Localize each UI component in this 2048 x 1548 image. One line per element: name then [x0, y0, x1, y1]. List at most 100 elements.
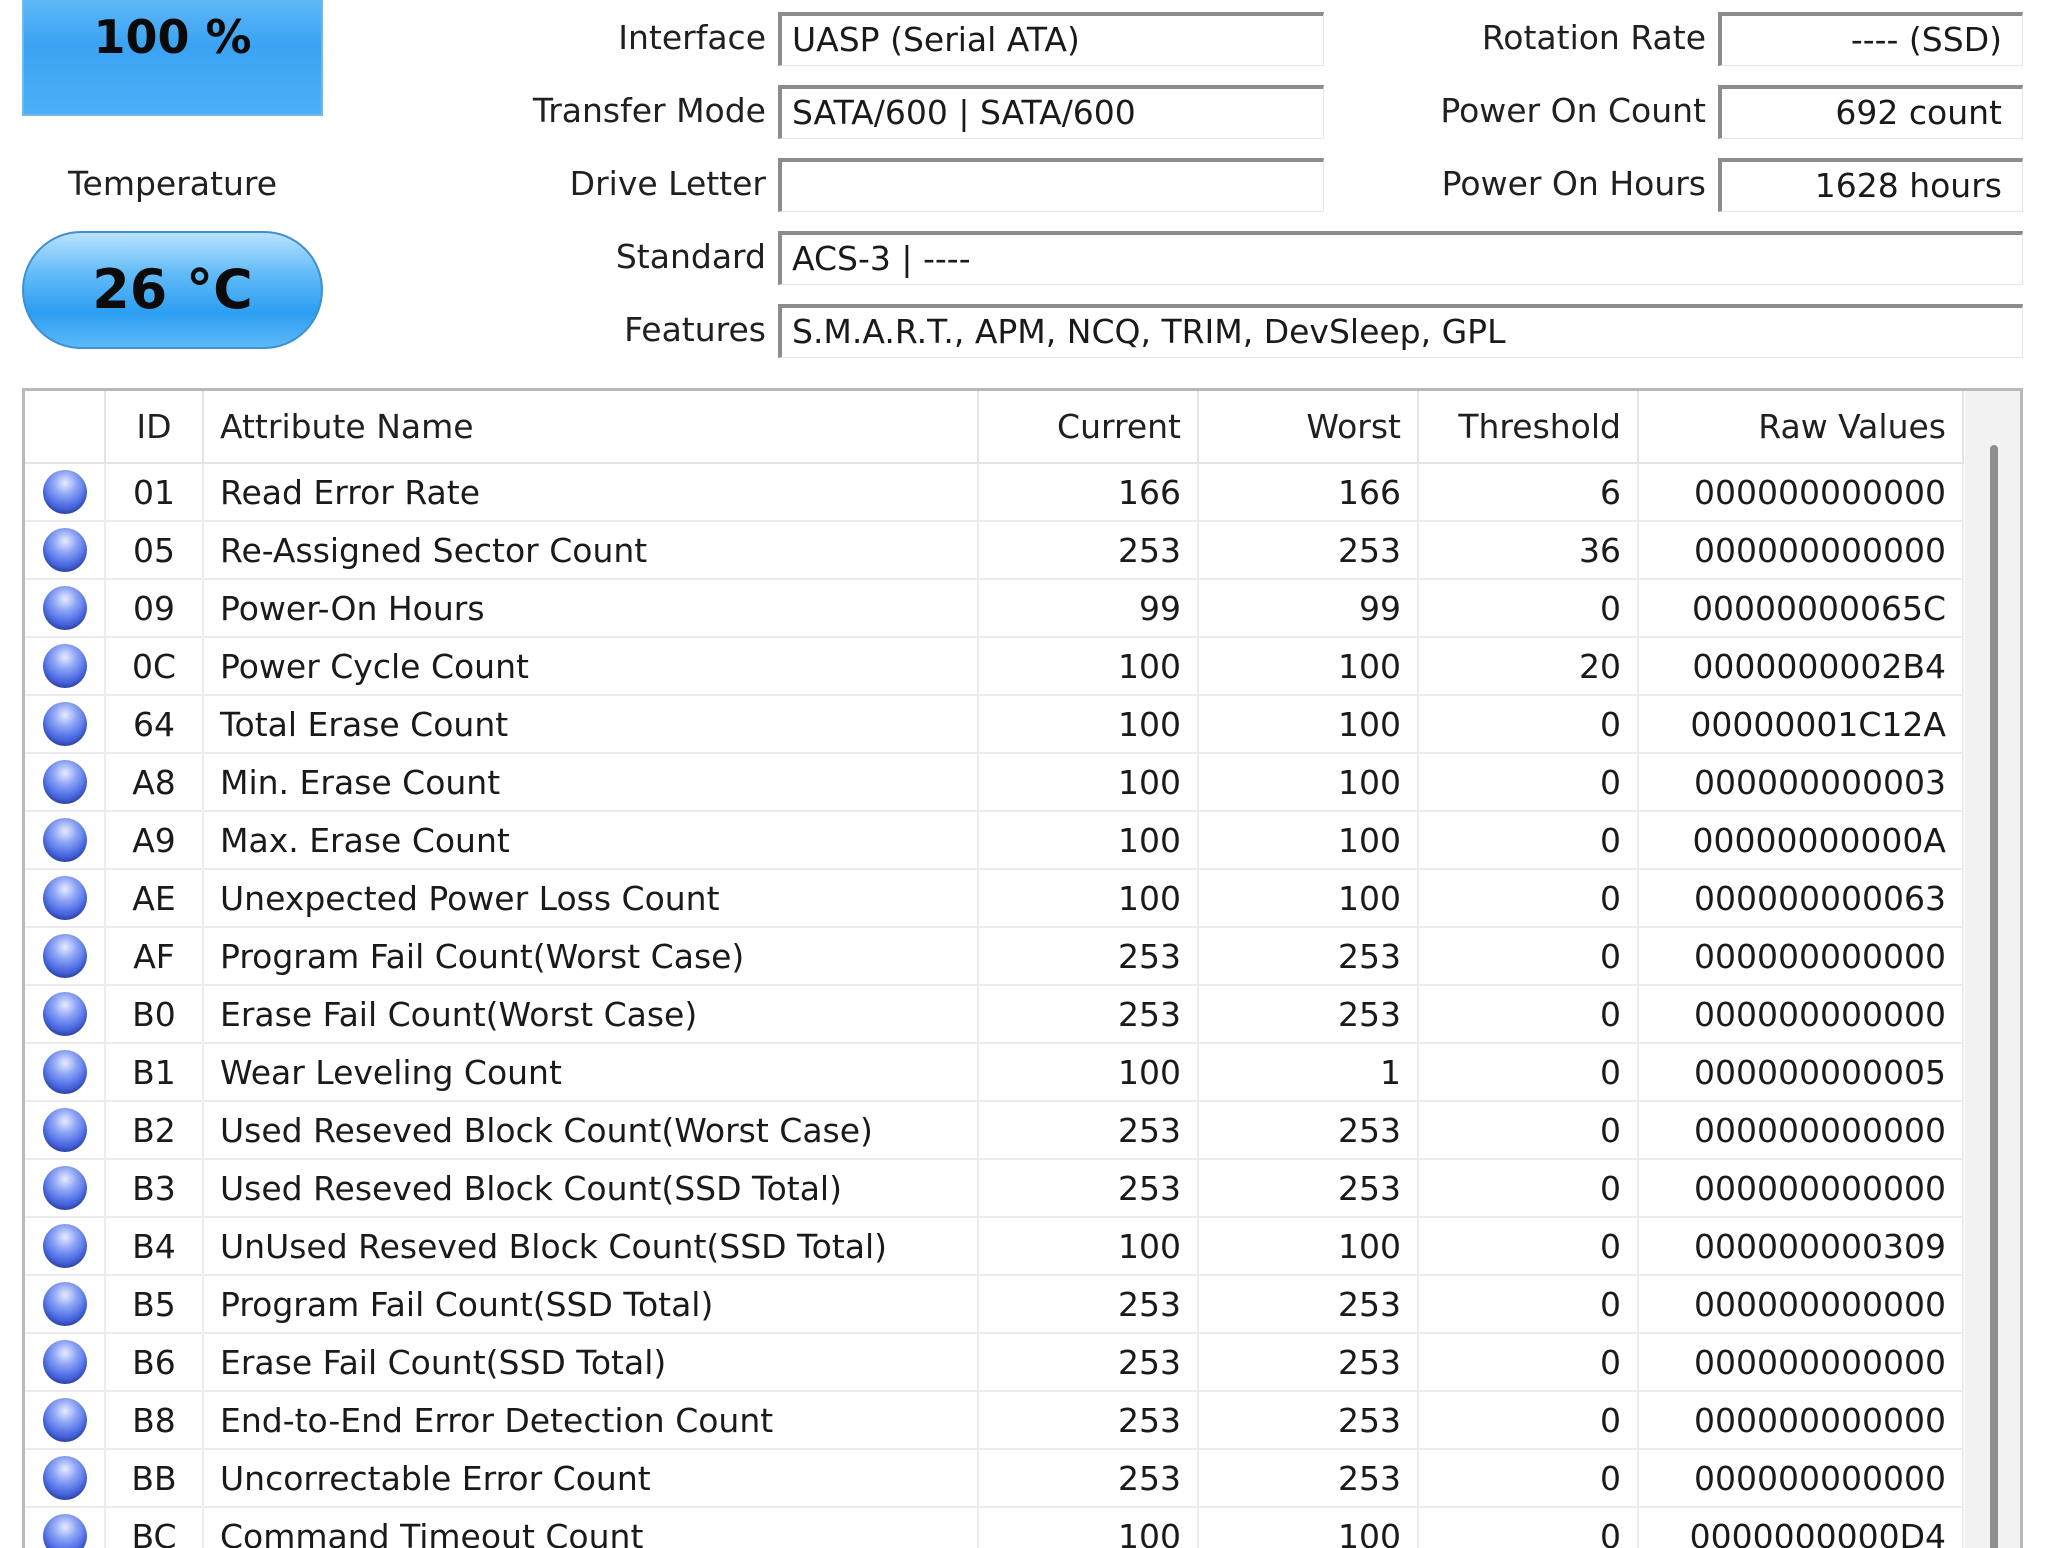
- cell-threshold: 0: [1418, 927, 1639, 986]
- cell-threshold: 0: [1418, 1043, 1639, 1102]
- cell-raw-value: 000000000000: [1638, 1449, 1964, 1508]
- good-status-dot-icon: [42, 818, 87, 862]
- cell-current: 253: [978, 1333, 1199, 1392]
- drive-letter-field: [778, 158, 1324, 212]
- cell-current: 100: [978, 1217, 1199, 1276]
- column-header-current[interactable]: Current: [978, 391, 1199, 464]
- status-cell: [25, 1507, 106, 1548]
- good-status-dot-icon: [42, 1282, 87, 1326]
- cell-current: 100: [978, 695, 1199, 754]
- good-status-dot-icon: [42, 1224, 87, 1268]
- temperature-button[interactable]: 26 °C: [22, 231, 323, 349]
- table-row[interactable]: 64 Total Erase Count 100 100 0 00000001C12A: [25, 695, 1964, 754]
- cell-raw-value: 000000000005: [1638, 1043, 1964, 1102]
- status-cell: [25, 985, 106, 1044]
- table-row[interactable]: 09 Power-On Hours 99 99 0 00000000065C: [25, 579, 1964, 638]
- cell-current: 253: [978, 1159, 1199, 1218]
- table-row[interactable]: 05 Re-Assigned Sector Count 253 253 36 000000…: [25, 521, 1964, 580]
- cell-threshold: 36: [1418, 521, 1639, 580]
- cell-attribute-name: Min. Erase Count: [203, 753, 979, 812]
- cell-current: 100: [978, 1507, 1199, 1548]
- status-cell: [25, 927, 106, 986]
- column-header-worst[interactable]: Worst: [1198, 391, 1419, 464]
- cell-attribute-name: Wear Leveling Count: [203, 1043, 979, 1102]
- table-row[interactable]: B5 Program Fail Count(SSD Total) 253 253 0 00…: [25, 1275, 1964, 1334]
- table-row[interactable]: 0C Power Cycle Count 100 100 20 0000000002B4: [25, 637, 1964, 696]
- cell-id: 0C: [105, 637, 204, 696]
- cell-attribute-name: Used Reseved Block Count(Worst Case): [203, 1101, 979, 1160]
- vertical-scrollbar[interactable]: [1965, 391, 2020, 1548]
- good-status-dot-icon: [42, 1398, 87, 1442]
- table-row[interactable]: AF Program Fail Count(Worst Case) 253 253 0 0…: [25, 927, 1964, 986]
- status-cell: [25, 1043, 106, 1102]
- column-header-raw-values[interactable]: Raw Values: [1638, 391, 1964, 464]
- status-cell: [25, 869, 106, 928]
- cell-id: B5: [105, 1275, 204, 1334]
- smart-attributes-table[interactable]: ID Attribute Name Current Worst Threshol…: [22, 388, 2023, 1548]
- table-row[interactable]: B4 UnUsed Reseved Block Count(SSD Total) 1…: [25, 1217, 1964, 1276]
- cell-id: 01: [105, 463, 204, 522]
- good-status-dot-icon: [42, 1108, 87, 1152]
- table-row[interactable]: 01 Read Error Rate 166 166 6 000000000000: [25, 463, 1964, 522]
- cell-id: BB: [105, 1449, 204, 1508]
- cell-worst: 253: [1198, 1159, 1419, 1218]
- cell-worst: 100: [1198, 1217, 1419, 1276]
- cell-attribute-name: Used Reseved Block Count(SSD Total): [203, 1159, 979, 1218]
- scrollbar-thumb[interactable]: [1990, 445, 1998, 1548]
- table-row[interactable]: A9 Max. Erase Count 100 100 0 00000000000A: [25, 811, 1964, 870]
- good-status-dot-icon: [42, 470, 87, 514]
- health-status-button[interactable]: Good 100 %: [22, 0, 323, 116]
- cell-attribute-name: Total Erase Count: [203, 695, 979, 754]
- cell-raw-value: 000000000000: [1638, 985, 1964, 1044]
- table-row[interactable]: BC Command Timeout Count 100 100 0 0000000000…: [25, 1507, 1964, 1548]
- table-row[interactable]: B2 Used Reseved Block Count(Worst Case) 25…: [25, 1101, 1964, 1160]
- cell-current: 100: [978, 637, 1199, 696]
- interface-label: Interface: [618, 18, 766, 57]
- cell-worst: 253: [1198, 927, 1419, 986]
- table-row[interactable]: A8 Min. Erase Count 100 100 0 000000000003: [25, 753, 1964, 812]
- cell-current: 253: [978, 1449, 1199, 1508]
- cell-threshold: 0: [1418, 811, 1639, 870]
- cell-current: 253: [978, 1101, 1199, 1160]
- table-row[interactable]: BB Uncorrectable Error Count 253 253 0 000000…: [25, 1449, 1964, 1508]
- cell-id: B3: [105, 1159, 204, 1218]
- status-cell: [25, 463, 106, 522]
- power-on-count-field: 692 count: [1718, 85, 2023, 139]
- cell-threshold: 0: [1418, 579, 1639, 638]
- cell-raw-value: 000000000000: [1638, 927, 1964, 986]
- power-on-count-label: Power On Count: [1440, 91, 1706, 130]
- table-row[interactable]: B0 Erase Fail Count(Worst Case) 253 253 0 000…: [25, 985, 1964, 1044]
- cell-attribute-name: Max. Erase Count: [203, 811, 979, 870]
- table-row[interactable]: B6 Erase Fail Count(SSD Total) 253 253 0 0000…: [25, 1333, 1964, 1392]
- table-row[interactable]: B3 Used Reseved Block Count(SSD Total) 253…: [25, 1159, 1964, 1218]
- cell-id: AF: [105, 927, 204, 986]
- table-row[interactable]: B1 Wear Leveling Count 100 1 0 000000000005: [25, 1043, 1964, 1102]
- cell-attribute-name: Program Fail Count(Worst Case): [203, 927, 979, 986]
- standard-label: Standard: [615, 237, 766, 276]
- cell-current: 166: [978, 463, 1199, 522]
- cell-id: B2: [105, 1101, 204, 1160]
- table-row[interactable]: B8 End-to-End Error Detection Count 253 253…: [25, 1391, 1964, 1450]
- table-row[interactable]: AE Unexpected Power Loss Count 100 100 0 0000…: [25, 869, 1964, 928]
- status-cell: [25, 1275, 106, 1334]
- status-cell: [25, 1217, 106, 1276]
- cell-worst: 100: [1198, 811, 1419, 870]
- cell-current: 100: [978, 1043, 1199, 1102]
- cell-raw-value: 000000000000: [1638, 1101, 1964, 1160]
- cell-raw-value: 000000000000: [1638, 521, 1964, 580]
- temperature-label: Temperature: [67, 164, 278, 203]
- column-header-attribute-name[interactable]: Attribute Name: [203, 391, 979, 464]
- cell-threshold: 20: [1418, 637, 1639, 696]
- cell-id: B1: [105, 1043, 204, 1102]
- status-cell: [25, 637, 106, 696]
- cell-worst: 253: [1198, 1275, 1419, 1334]
- cell-raw-value: 00000000065C: [1638, 579, 1964, 638]
- cell-id: A9: [105, 811, 204, 870]
- drive-letter-label: Drive Letter: [569, 164, 766, 203]
- cell-worst: 100: [1198, 753, 1419, 812]
- column-header-id[interactable]: ID: [105, 391, 204, 464]
- column-header-status[interactable]: [25, 391, 106, 464]
- cell-threshold: 0: [1418, 1159, 1639, 1218]
- column-header-threshold[interactable]: Threshold: [1418, 391, 1639, 464]
- cell-worst: 166: [1198, 463, 1419, 522]
